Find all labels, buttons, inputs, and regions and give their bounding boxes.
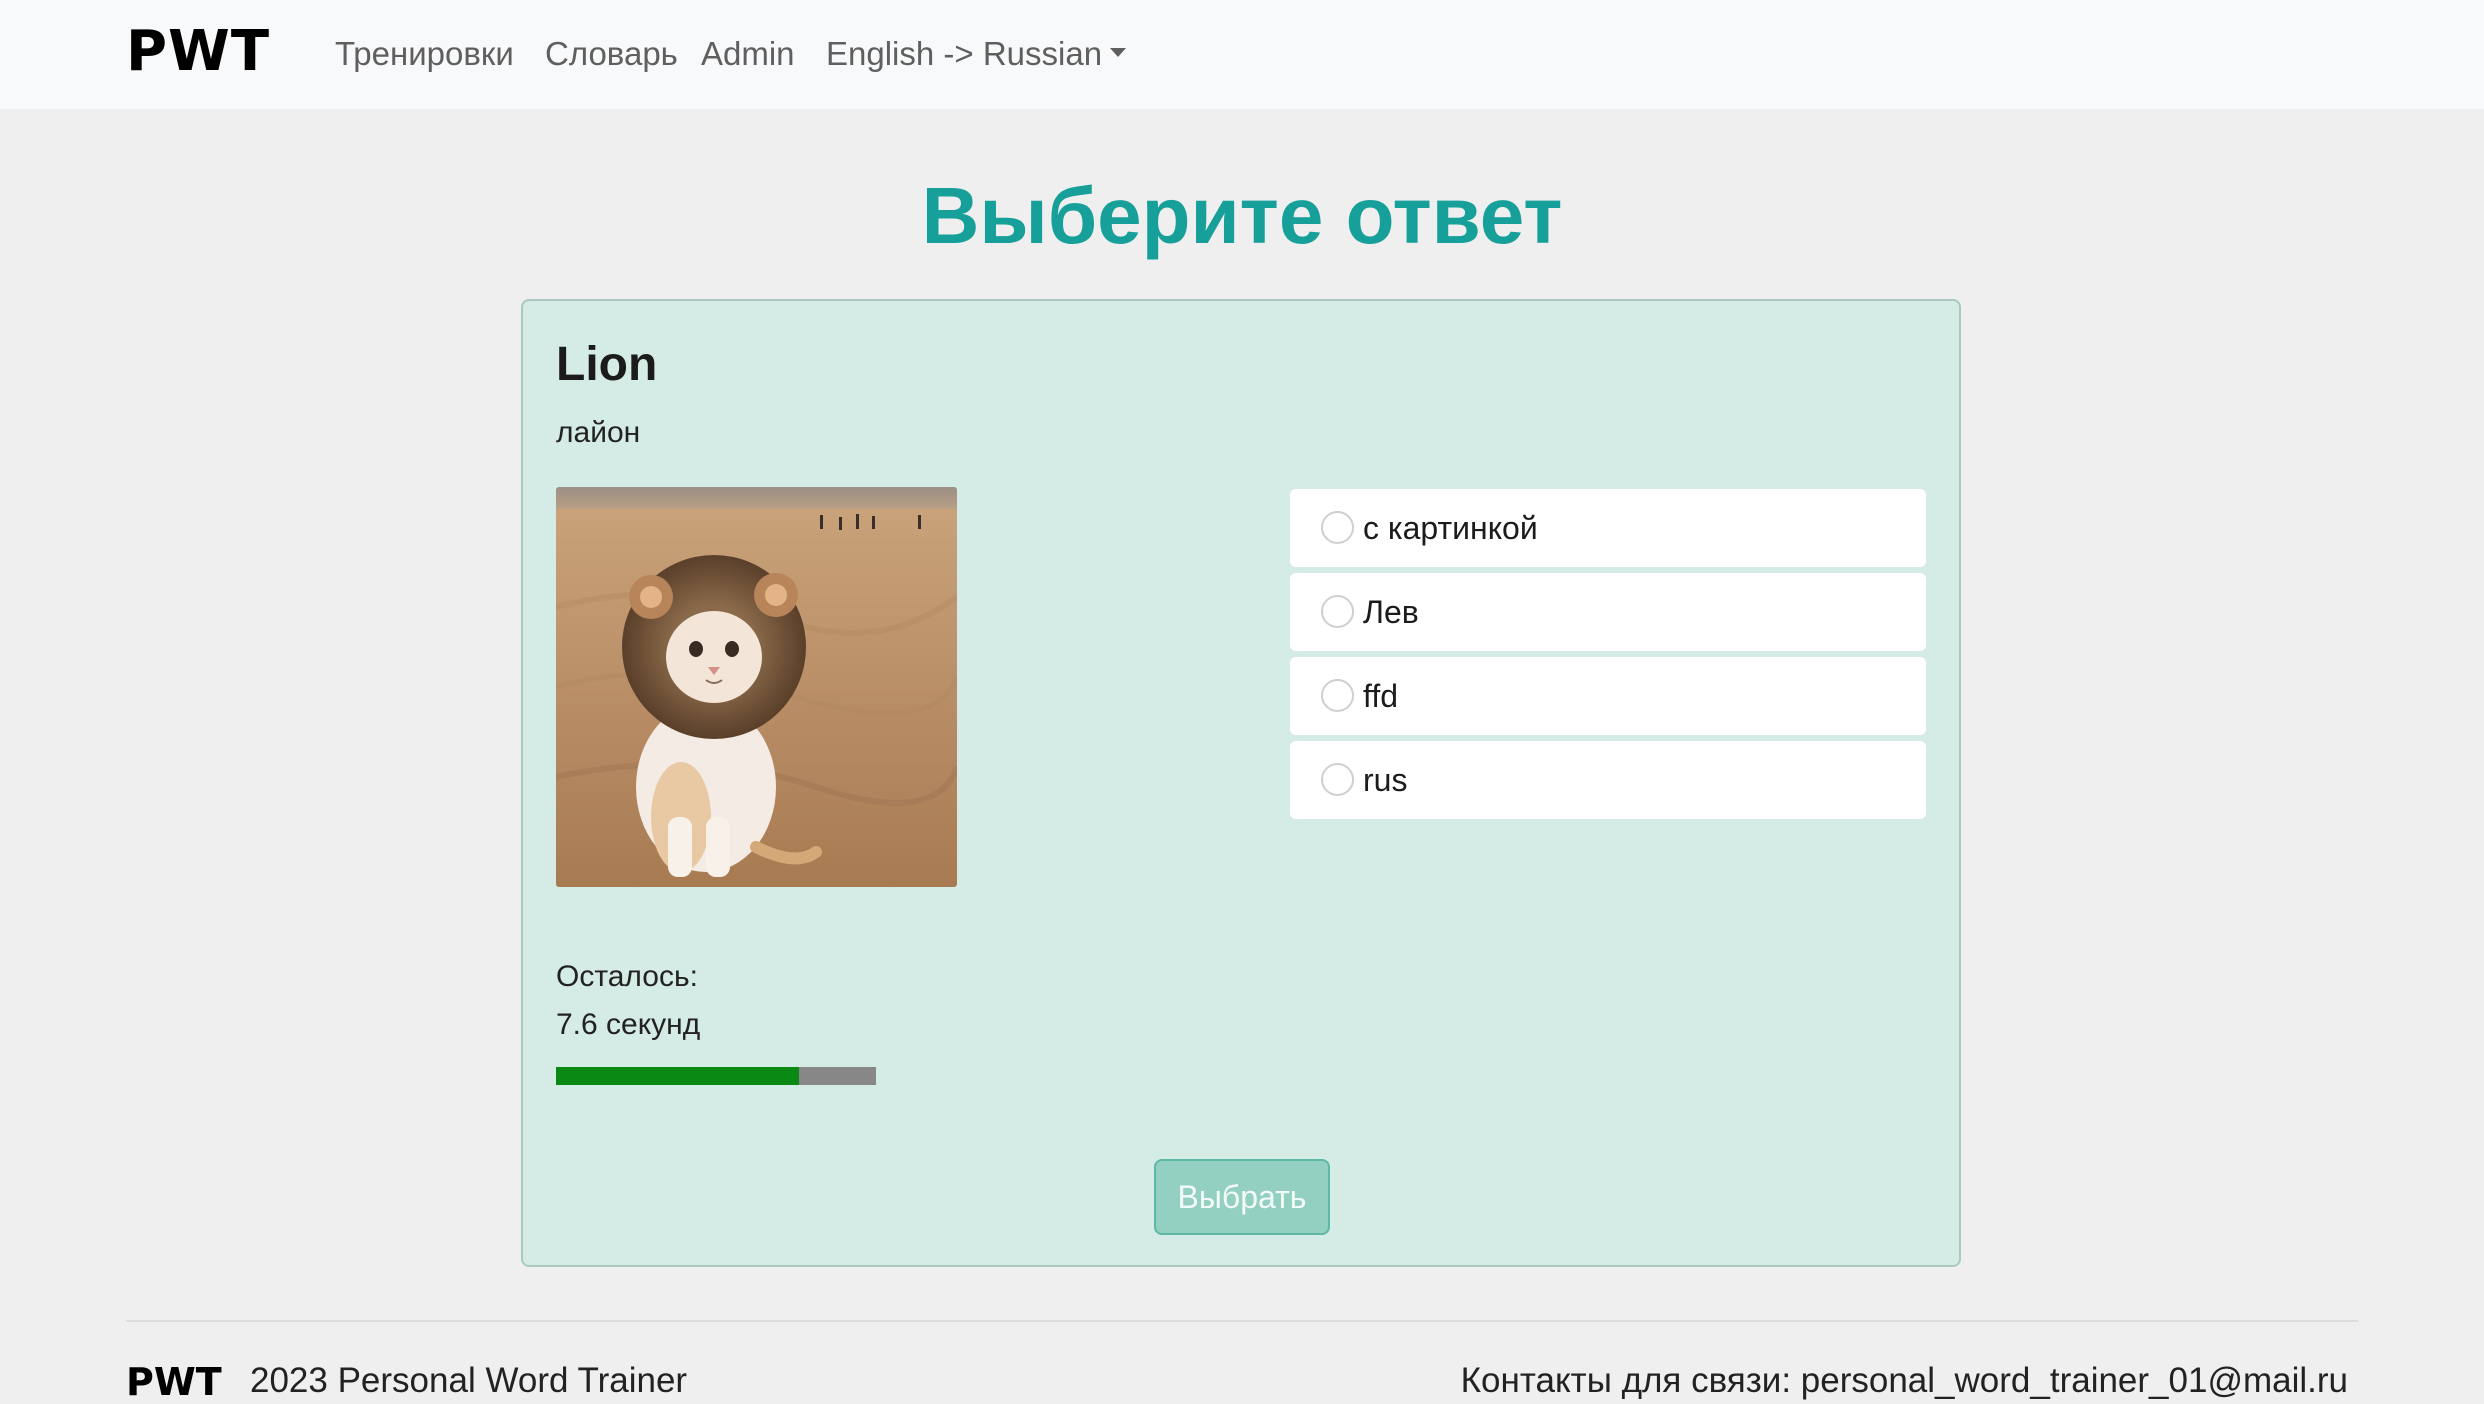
word-image (556, 487, 957, 887)
nav-link-dictionary[interactable]: Словарь (545, 32, 678, 76)
answer-option-4[interactable]: rus (1290, 741, 1926, 819)
answer-option-label: ffd (1363, 678, 1398, 714)
page-title: Выберите ответ (921, 171, 1563, 260)
timer-progress-bar (556, 1067, 876, 1085)
submit-button[interactable]: Выбрать (1154, 1159, 1330, 1235)
footer-contact: Контакты для связи: personal_word_traine… (1460, 1361, 2348, 1400)
quiz-card: Lion лайон с картинкой Лев ffd rus Остал… (521, 299, 1961, 1267)
answer-option-3[interactable]: ffd (1290, 657, 1926, 735)
answer-option-label: с картинкой (1363, 510, 1538, 546)
cat-lion-mane-icon (556, 487, 957, 887)
radio-icon[interactable] (1321, 763, 1354, 796)
timer-progress-fill (556, 1067, 800, 1085)
answer-option-1[interactable]: с картинкой (1290, 489, 1926, 567)
answer-options: с картинкой Лев ffd rus (1290, 489, 1926, 825)
radio-icon[interactable] (1321, 595, 1354, 628)
footer-divider (126, 1320, 2358, 1322)
radio-icon[interactable] (1321, 679, 1354, 712)
top-navbar: PWT Тренировки Словарь Admin English -> … (0, 0, 2484, 109)
language-dropdown-label: English -> Russian (826, 35, 1103, 72)
radio-icon[interactable] (1321, 511, 1354, 544)
timer-label: Осталось: (556, 960, 698, 993)
footer-copyright: 2023 Personal Word Trainer (250, 1361, 688, 1400)
caret-down-icon (1110, 47, 1127, 57)
nav-link-admin[interactable]: Admin (701, 32, 795, 76)
answer-option-2[interactable]: Лев (1290, 573, 1926, 651)
timer-value: 7.6 секунд (556, 1008, 701, 1041)
language-dropdown[interactable]: English -> Russian (826, 32, 1127, 76)
word-title: Lion (556, 338, 658, 391)
nav-link-trainings[interactable]: Тренировки (335, 32, 514, 76)
footer-brand-logo: PWT (126, 1360, 222, 1404)
word-transcription: лайон (556, 416, 641, 449)
answer-option-label: rus (1363, 762, 1408, 798)
brand-logo[interactable]: PWT (126, 22, 270, 82)
answer-option-label: Лев (1363, 594, 1419, 630)
